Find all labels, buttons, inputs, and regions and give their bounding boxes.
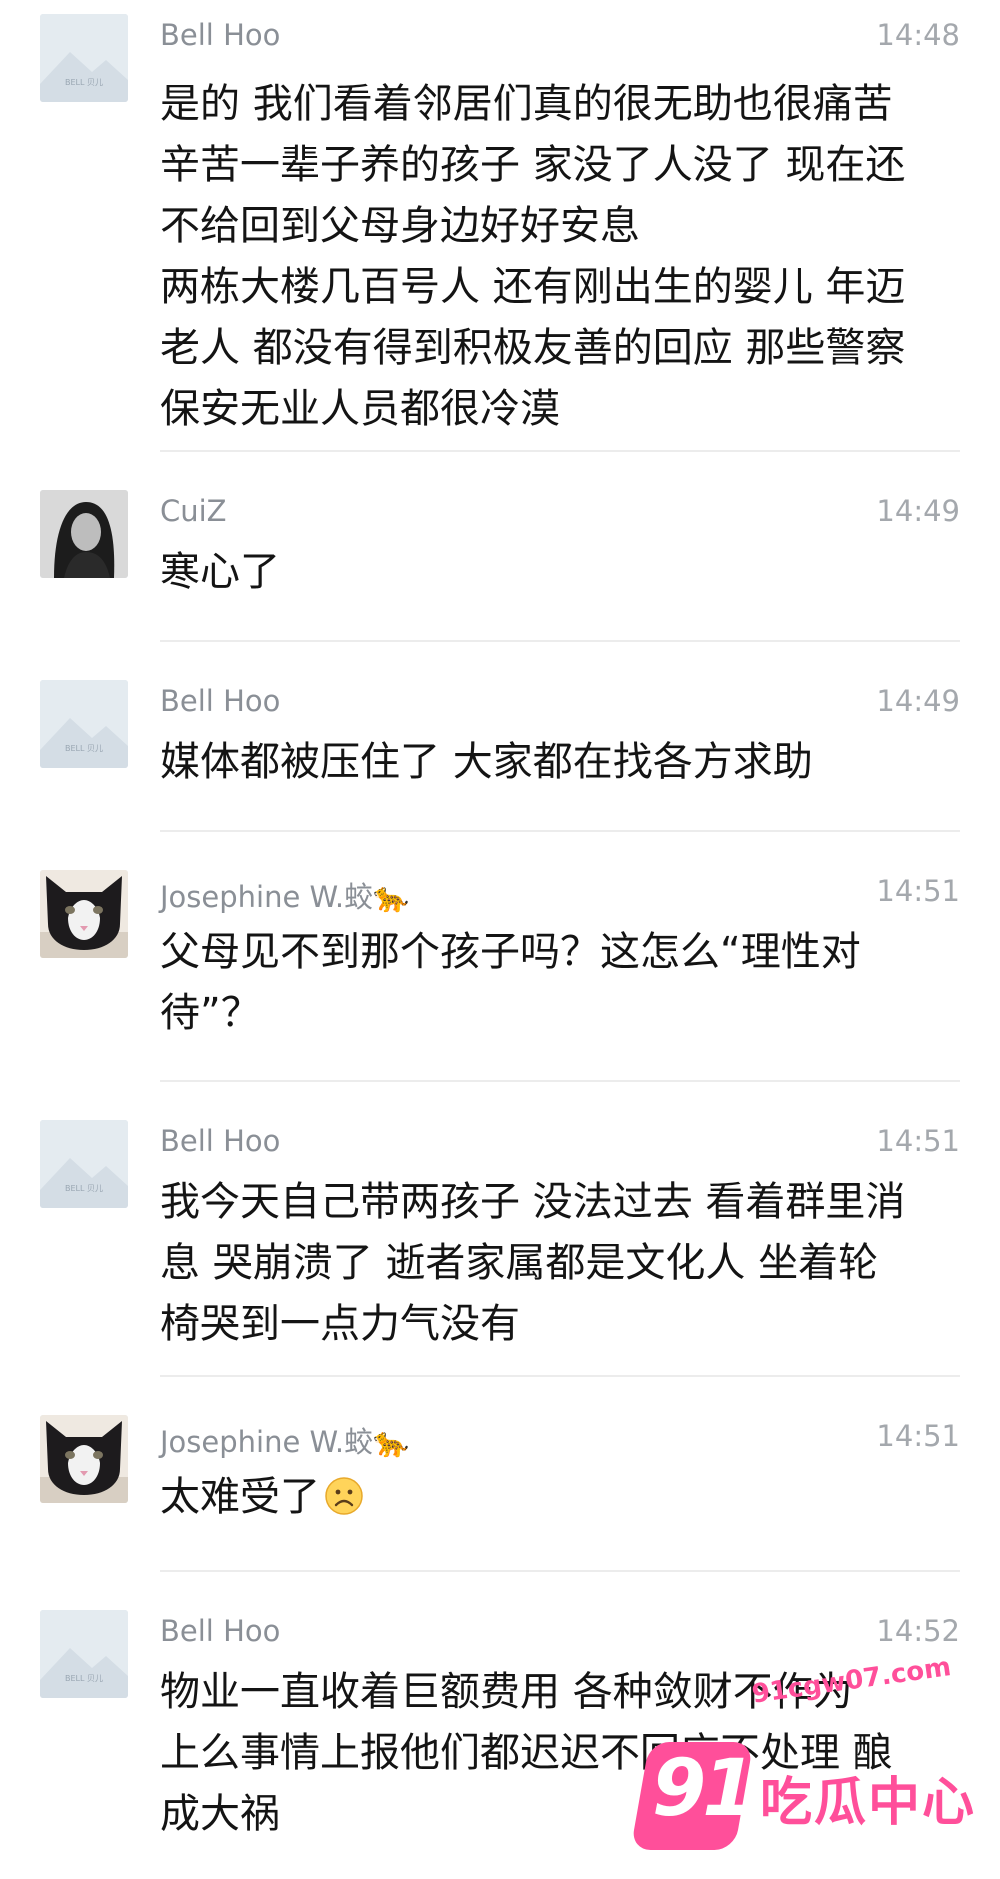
comment-author[interactable]: Josephine W.蛟🐆 [160,1419,409,1461]
comment-text-line: 待”？ [160,990,261,1036]
comment-author[interactable]: Josephine W.蛟🐆 [160,874,409,916]
sad-face-icon [325,1477,363,1515]
divider [160,1570,960,1572]
cat-photo [40,870,128,958]
comment-text-line: 息 哭崩溃了 逝者家属都是文化人 坐着轮 [160,1240,879,1286]
comment-time: 14:51 [876,1124,960,1158]
comment-author[interactable]: Bell Hoo [160,684,280,718]
comment-text-line: 太难受了 [160,1467,960,1528]
comment-time: 14:51 [876,1419,960,1453]
comment-text-line: 不给回到父母身边好好安息 [160,203,640,249]
divider [160,640,960,642]
watermark: 91cgw07.com 91 吃瓜中心 [630,1652,1000,1879]
comment-time: 14:52 [876,1614,960,1648]
landscape-placeholder-icon: BELL 贝儿 [40,1610,128,1698]
landscape-placeholder-icon: BELL 贝儿 [40,14,128,102]
landscape-placeholder-icon: BELL 贝儿 [40,1120,128,1208]
comment-text-line: 父母见不到那个孩子吗？这怎么“理性对 [160,929,861,975]
divider [160,1375,960,1377]
watermark-url: 91cgw07.com [750,1652,953,1710]
watermark-logo-number: 91 [652,1744,757,1834]
svg-text:BELL 贝儿: BELL 贝儿 [65,1184,103,1193]
divider [160,450,960,452]
avatar[interactable]: BELL 贝儿 [40,680,128,768]
comment-text: 我今天自己带两孩子 没法过去 看着群里消 息 哭崩溃了 逝者家属都是文化人 坐着… [160,1172,960,1355]
avatar[interactable] [40,1415,128,1503]
comment-author[interactable]: Bell Hoo [160,18,280,52]
avatar[interactable]: BELL 贝儿 [40,1610,128,1698]
comment-text-line: 辛苦一辈子养的孩子 家没了人没了 现在还 [160,142,906,188]
comment-text-line: 保安无业人员都很冷漠 [160,386,560,432]
portrait-photo [40,490,128,578]
svg-text:BELL 贝儿: BELL 贝儿 [65,744,103,753]
comment-feed: BELL 贝儿 Bell Hoo 14:48 是的 我们看着邻居们真的很无助也很… [0,0,1000,1879]
comment-text-line: 媒体都被压住了 大家都在找各方求助 [160,739,813,785]
comment-time: 14:48 [876,18,960,52]
landscape-placeholder-icon: BELL 贝儿 [40,680,128,768]
svg-text:BELL 贝儿: BELL 贝儿 [65,78,103,87]
cat-photo [40,1415,128,1503]
avatar[interactable]: BELL 贝儿 [40,14,128,102]
comment-text-line: 两栋大楼几百号人 还有刚出生的婴儿 年迈 [160,264,906,310]
comment-text: 太难受了 [160,1467,960,1528]
avatar[interactable] [40,490,128,578]
comment-text: 父母见不到那个孩子吗？这怎么“理性对 待”？ [160,922,960,1044]
comment-text-content: 太难受了 [160,1474,320,1520]
avatar[interactable] [40,870,128,958]
divider [160,1080,960,1082]
comment-text: 寒心了 [160,542,960,603]
comment-author[interactable]: CuiZ [160,494,227,528]
comment-text-line: 我今天自己带两孩子 没法过去 看着群里消 [160,1179,906,1225]
comment-text: 媒体都被压住了 大家都在找各方求助 [160,732,960,793]
avatar[interactable]: BELL 贝儿 [40,1120,128,1208]
comment-text-line: 寒心了 [160,549,280,595]
comment-text-line: 是的 我们看着邻居们真的很无助也很痛苦 [160,81,893,127]
watermark-logo-text: 吃瓜中心 [760,1773,977,1833]
comment-time: 14:49 [876,494,960,528]
svg-text:BELL 贝儿: BELL 贝儿 [65,1674,103,1683]
comment-time: 14:49 [876,684,960,718]
comment-author[interactable]: Bell Hoo [160,1124,280,1158]
comment-time: 14:51 [876,874,960,908]
divider [160,830,960,832]
comment-text: 是的 我们看着邻居们真的很无助也很痛苦 辛苦一辈子养的孩子 家没了人没了 现在还… [160,74,960,440]
comment-text-line: 椅哭到一点力气没有 [160,1301,520,1347]
comment-text-line: 老人 都没有得到积极友善的回应 那些警察 [160,325,906,371]
comment-author[interactable]: Bell Hoo [160,1614,280,1648]
